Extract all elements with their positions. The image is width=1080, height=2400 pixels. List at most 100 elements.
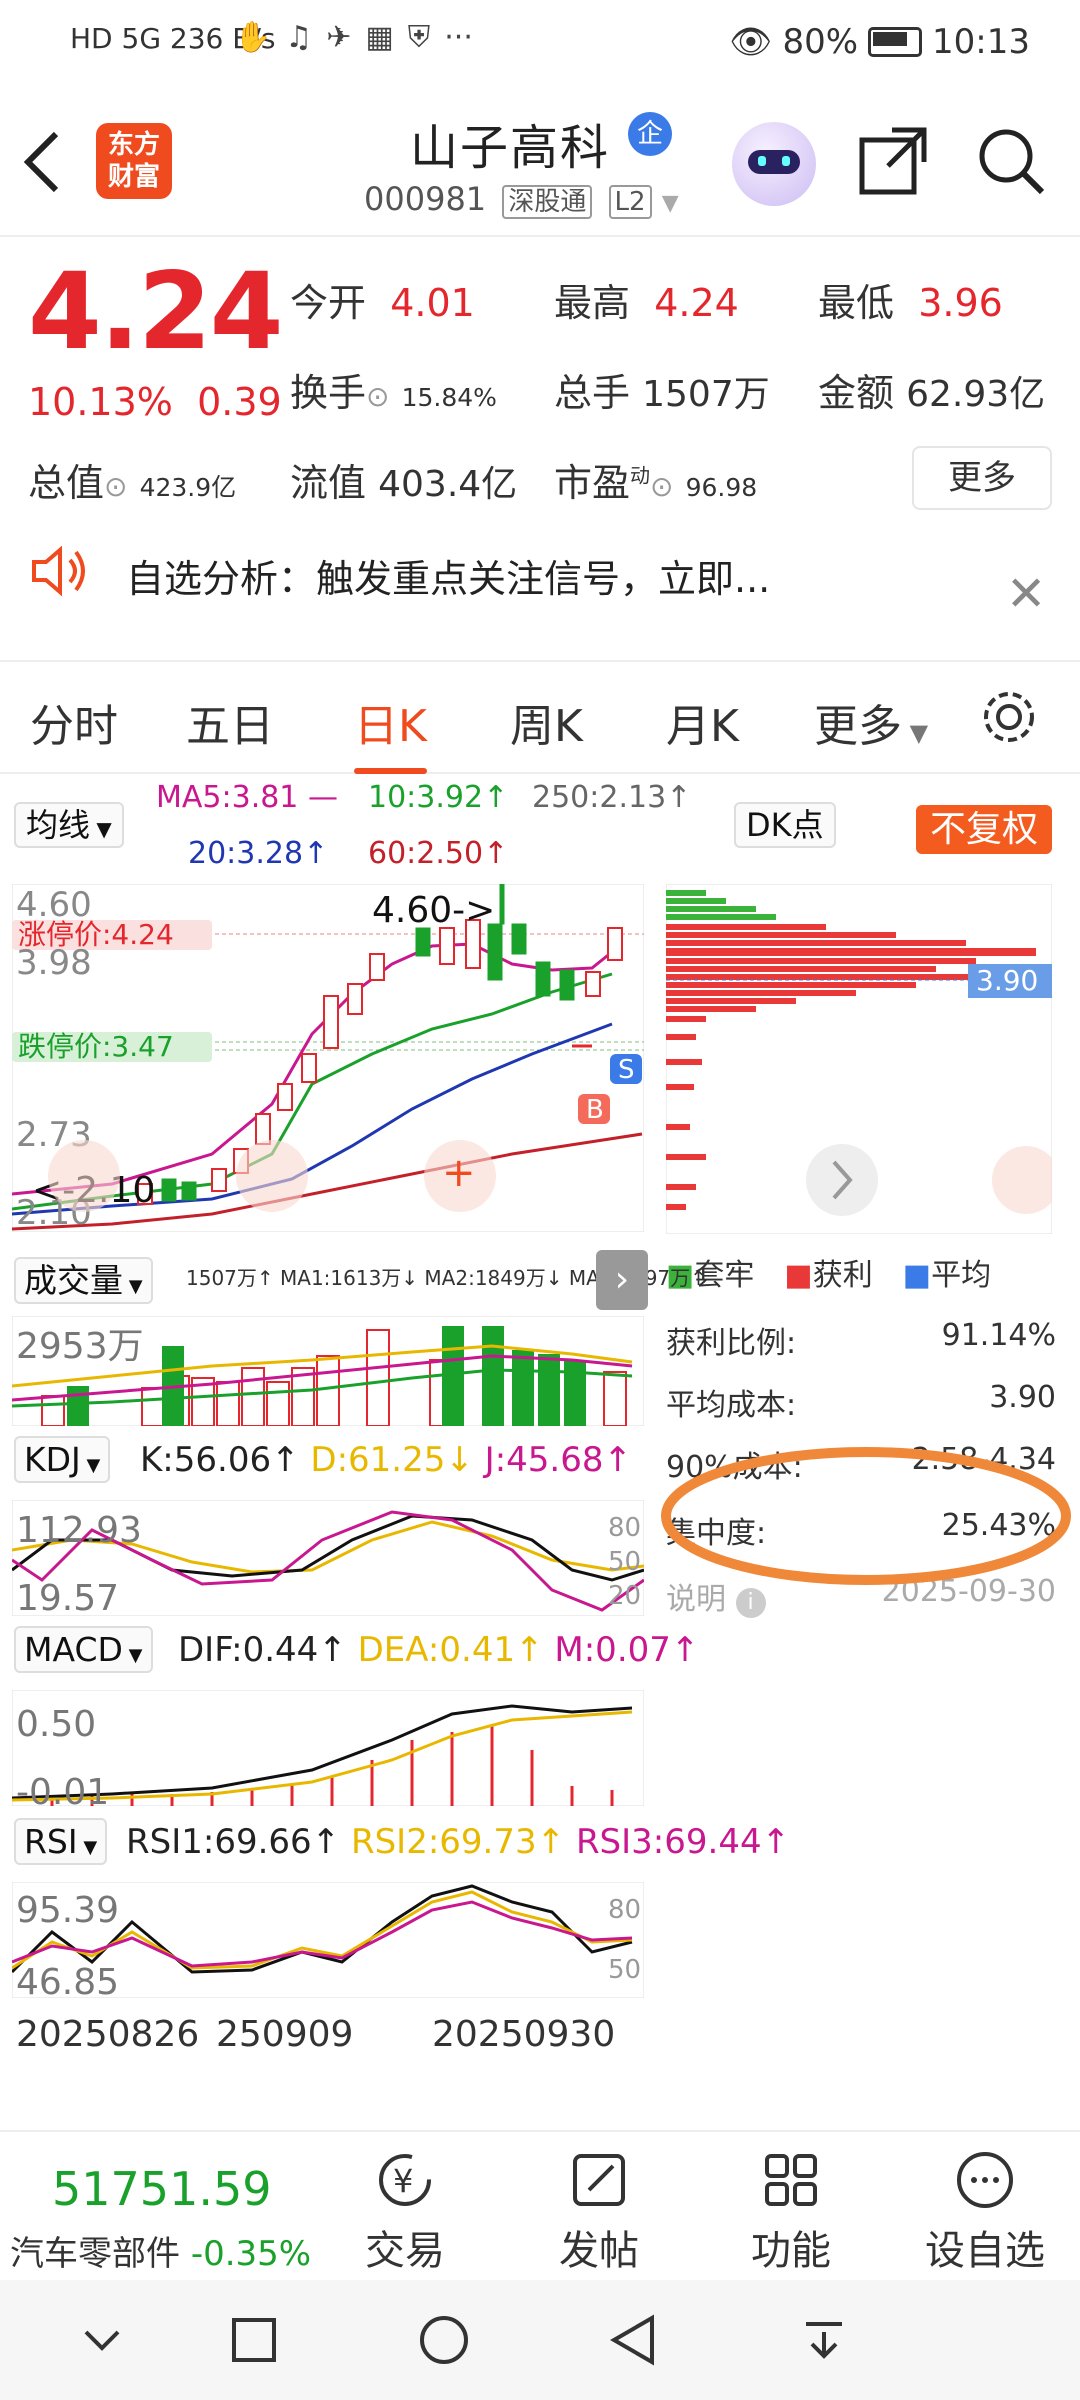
kline-candle — [607, 927, 623, 961]
volume-bar — [482, 1326, 504, 1426]
notification-pull-icon[interactable] — [800, 2316, 848, 2364]
back-icon[interactable] — [22, 130, 62, 194]
kline-y-top: 4.60 — [16, 885, 92, 925]
volume-bar — [564, 1360, 586, 1426]
volume-bar — [67, 1386, 89, 1426]
chip-legend: ■套牢 ■获利 ■平均 — [666, 1258, 992, 1293]
tab-weekly-k[interactable]: 周K — [510, 690, 583, 754]
avg-cost-marker: 3.90 — [976, 964, 1038, 997]
trade-button[interactable]: ¥ 交易 — [330, 2150, 480, 2276]
svg-text:S: S — [618, 1055, 635, 1085]
rsi-values: RSI1:69.66↑ RSI2:69.73↑ RSI3:69.44↑ — [126, 1822, 791, 1862]
kdj-values: K:56.06↑ D:61.25↓ J:45.68↑ — [140, 1440, 632, 1480]
battery-icon — [868, 27, 923, 57]
ma-selector[interactable]: 均线 ▼ — [14, 800, 124, 848]
hand-icon: ✋ — [234, 20, 272, 55]
volume-selector[interactable]: 成交量 ▼ — [14, 1254, 153, 1304]
sector-index-name[interactable]: 汽车零部件 -0.35% — [10, 2226, 311, 2275]
info-icon: ⊙ — [104, 470, 128, 503]
kdj-chart: 112.93 19.57 80 50 20 — [12, 1500, 644, 1616]
svg-text:B: B — [586, 1095, 604, 1125]
assistant-avatar[interactable] — [732, 122, 816, 206]
svg-text:20: 20 — [608, 1581, 641, 1611]
dk-point-button[interactable]: DK点 — [734, 800, 836, 848]
share-icon[interactable] — [858, 124, 930, 196]
recent-apps-icon[interactable] — [230, 2316, 278, 2364]
chip-distribution-chart[interactable]: 3.90 — [666, 884, 1052, 1234]
kline-candle — [439, 927, 455, 965]
ma20-value: 20:3.28↑ — [188, 836, 329, 871]
kline-candle — [585, 971, 601, 997]
volume-bar — [41, 1395, 65, 1426]
kline-candle — [487, 923, 503, 981]
volume-bar — [266, 1381, 290, 1426]
rsi-y-top: 95.39 — [16, 1890, 119, 1931]
tab-monthly-k[interactable]: 月K — [666, 690, 739, 754]
mktcap-row: 总值⊙ 423.9亿 — [28, 461, 237, 505]
tab-intraday[interactable]: 分时 — [30, 690, 118, 754]
chevron-down-icon[interactable] — [80, 2318, 124, 2362]
connect-tag: 深股通 — [502, 185, 593, 219]
tab-five-day[interactable]: 五日 — [186, 690, 274, 754]
functions-button[interactable]: 功能 — [716, 2150, 866, 2276]
ma5-value: MA5:3.81 — — [156, 780, 338, 815]
float-row: 流值 403.4亿 — [290, 461, 518, 505]
sector-index-value[interactable]: 51751.59 — [52, 2162, 272, 2216]
kline-candle — [277, 1083, 293, 1111]
expand-button[interactable]: › — [596, 1250, 648, 1310]
svg-text:80: 80 — [608, 1513, 641, 1543]
period-tabs: 分时 五日 日K 周K 月K 更多 ▼ — [0, 660, 1080, 774]
kline-candle — [181, 1181, 197, 1201]
avg-cost-row: 平均成本: 3.90 — [666, 1380, 1056, 1423]
ma10-value: 10:3.92↑ — [368, 780, 509, 815]
date-ticks — [12, 2000, 644, 2006]
enterprise-badge: 企 — [628, 112, 672, 156]
gear-icon[interactable] — [978, 686, 1040, 748]
stock-header: 东方 财富 山子高科 企 000981 深股通 L2 ▼ — [0, 100, 1080, 237]
status-bar: HD 5G 236 B/s ✋ ♫ ✈ ▦ ⛨ ··· 👁 80% 10:13 — [0, 0, 1080, 90]
kdj-selector[interactable]: KDJ ▼ — [14, 1436, 111, 1483]
system-nav-bar — [0, 2280, 1080, 2400]
stock-code: 000981 — [364, 180, 487, 218]
notice-bar[interactable]: 自选分析：触发重点关注信号，立即... ✕ — [0, 538, 1080, 658]
more-circle-icon — [957, 2152, 1013, 2208]
kdj-y-bottom: 19.57 — [16, 1578, 119, 1616]
post-button[interactable]: 发帖 — [524, 2150, 674, 2276]
close-icon[interactable]: ✕ — [1006, 566, 1046, 622]
rsi-selector[interactable]: RSI ▼ — [14, 1818, 108, 1865]
kline-chart[interactable]: 涨停价:4.24 跌停价:3.47 4.60 3.98 2.73 2.10 4.… — [12, 884, 644, 1232]
kline-candle — [369, 953, 385, 981]
shield-icon: ⛨ — [407, 20, 431, 55]
tab-more[interactable]: 更多 ▼ — [814, 690, 928, 754]
level-tag[interactable]: L2 — [608, 185, 652, 219]
volume-bar — [141, 1387, 165, 1426]
dropdown-icon[interactable]: ▼ — [662, 191, 679, 216]
app-logo[interactable]: 东方 财富 — [96, 123, 172, 199]
high-annotation: 4.60-> — [372, 890, 495, 931]
more-dots-icon: ··· — [444, 20, 473, 55]
back-nav-icon[interactable] — [608, 2314, 658, 2366]
yen-icon: ¥ — [379, 2154, 431, 2206]
highlight-annotation — [661, 1447, 1071, 1585]
more-button[interactable]: 更多 — [912, 446, 1052, 510]
bird-icon: ✈ — [326, 20, 352, 55]
turnover-row: 换手⊙ 15.84% — [290, 371, 497, 415]
svg-text:50: 50 — [608, 1547, 641, 1577]
tab-daily-k[interactable]: 日K — [354, 690, 427, 774]
kline-candle — [347, 983, 363, 1015]
volume-bar — [241, 1367, 265, 1426]
high-row: 最高 4.24 — [554, 281, 739, 325]
macd-selector[interactable]: MACD ▼ — [14, 1626, 153, 1673]
open-row: 今开 4.01 — [290, 281, 475, 325]
low-row: 最低 3.96 — [818, 281, 1003, 325]
volume-bar — [512, 1350, 534, 1426]
eye-icon: 👁 — [729, 22, 773, 62]
music-icon: ♫ — [285, 20, 313, 55]
adjust-button[interactable]: 不复权 — [916, 800, 1053, 854]
kline-candle — [255, 1113, 271, 1145]
add-watchlist-button[interactable]: 设自选 — [910, 2150, 1060, 2276]
home-icon[interactable] — [418, 2314, 470, 2366]
volume-row: 总手 1507万 — [554, 371, 770, 415]
search-icon[interactable] — [974, 124, 1046, 196]
macd-y-bottom: -0.01 — [16, 1772, 109, 1806]
